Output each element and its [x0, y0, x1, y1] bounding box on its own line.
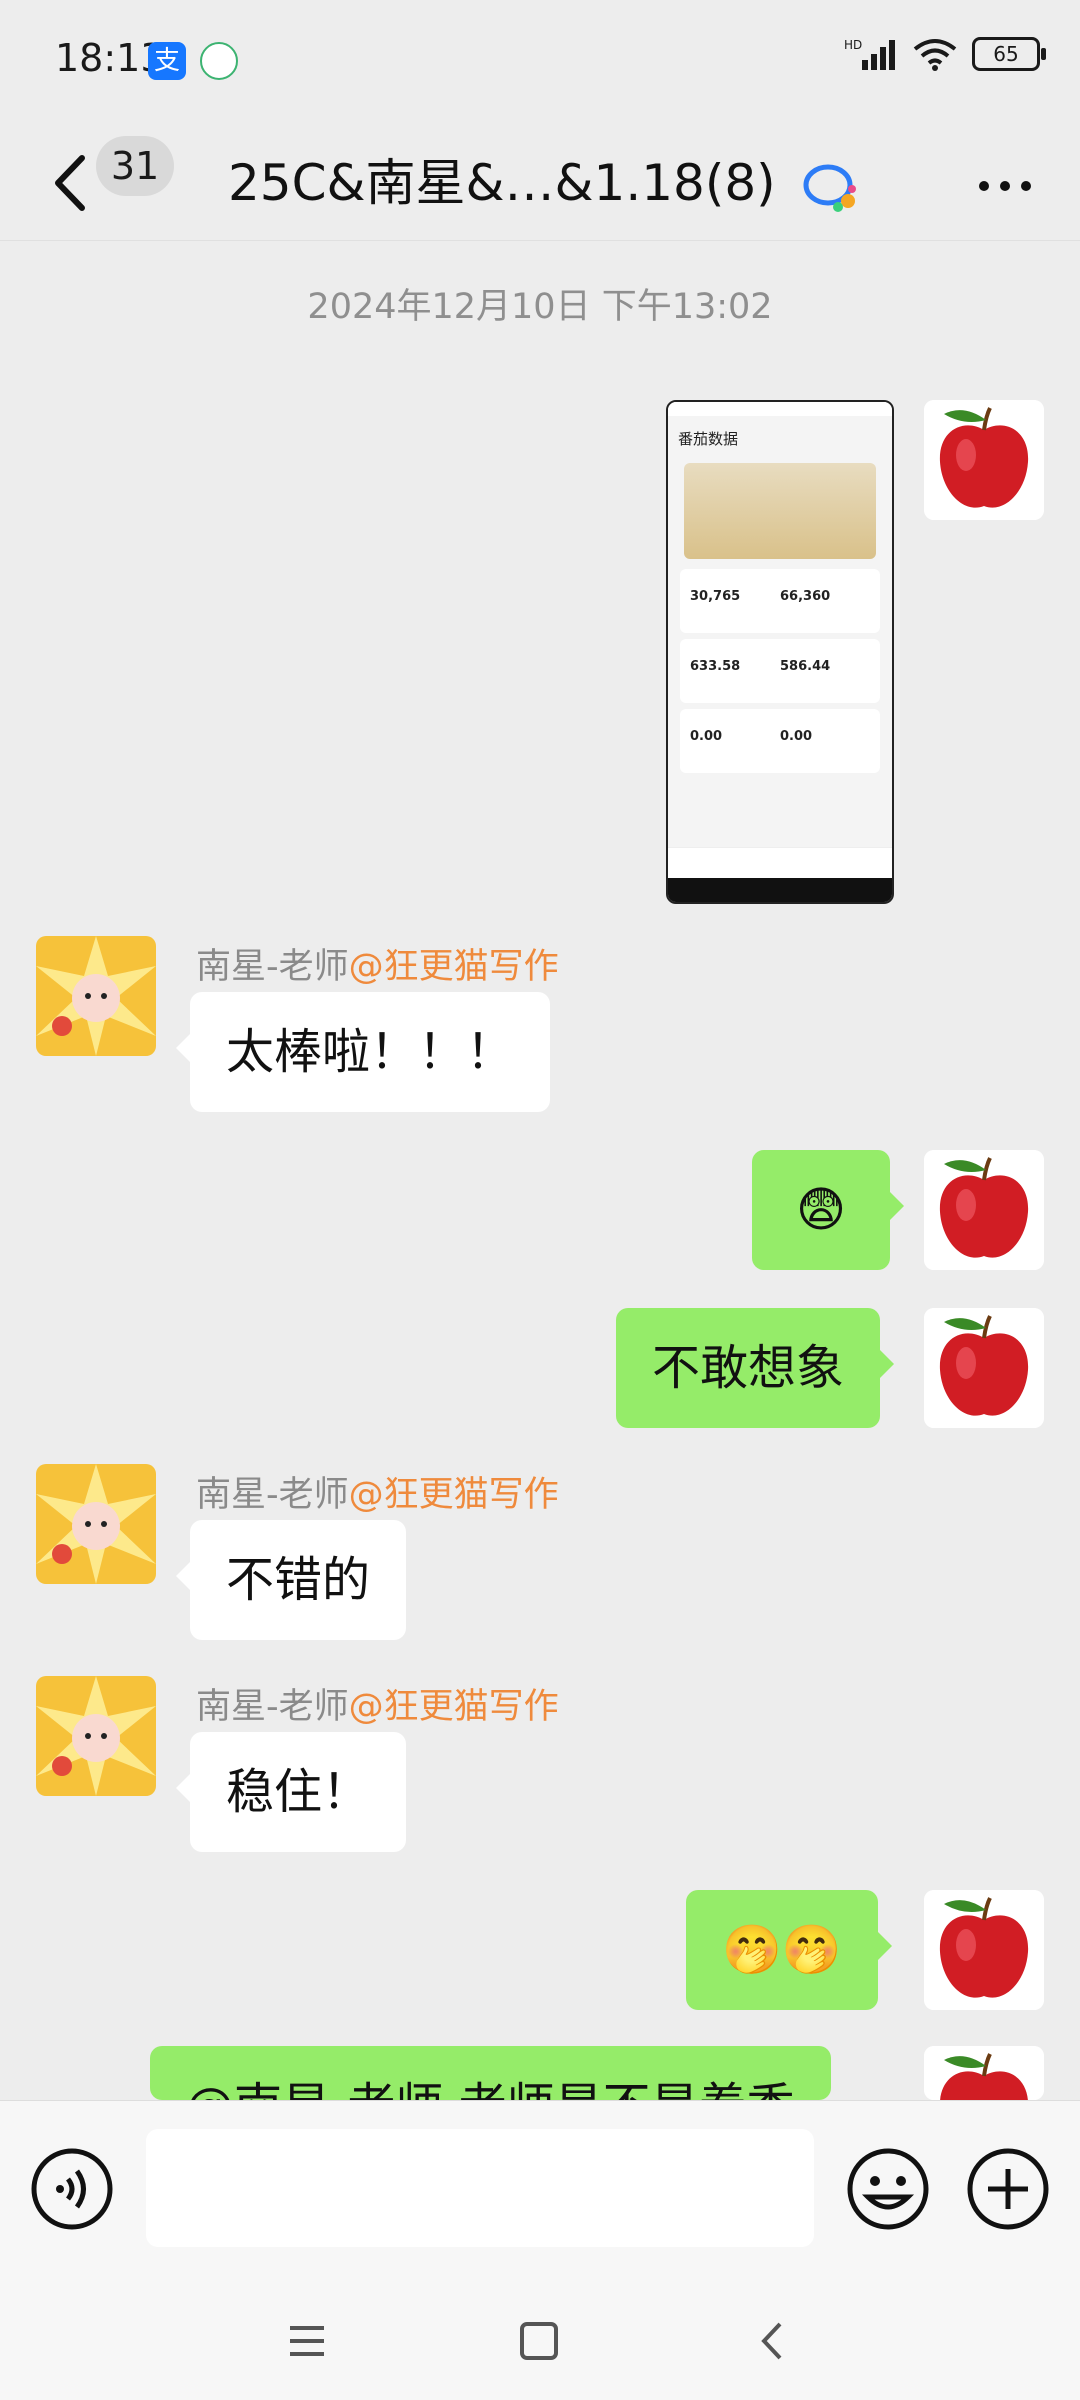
status-bar: 18:13 支 HD 65: [0, 0, 1080, 120]
message-bubble-sent[interactable]: 不敢想象: [616, 1308, 895, 1428]
notification-app-icon: [200, 42, 238, 80]
home-nav-icon[interactable]: [514, 2316, 564, 2366]
menu-nav-icon[interactable]: [282, 2316, 332, 2366]
chat-timestamp: 2024年12月10日 下午13:02: [307, 287, 773, 327]
self-avatar[interactable]: [924, 1150, 1044, 1270]
screenshot-stat-card-2: 633.58 586.44: [680, 639, 880, 703]
cartoon-avatar-icon: [36, 1676, 156, 1796]
screenshot-blurred-banner: [684, 463, 876, 559]
screenshot-status-strip: [668, 402, 892, 416]
stat-value: 633.58: [690, 659, 741, 674]
self-avatar[interactable]: [924, 400, 1044, 520]
more-options-icon[interactable]: [970, 156, 1040, 216]
stat-value: 30,765: [690, 589, 741, 604]
sender-name-line: 南星-老师@狂更猫写作: [196, 1466, 559, 1517]
screenshot-stat-card-3: 0.00 0.00: [680, 709, 880, 773]
cartoon-avatar-icon: [36, 1464, 156, 1584]
message-input-field[interactable]: [146, 2129, 814, 2247]
mention-text[interactable]: @狂更猫写作: [349, 1475, 559, 1515]
group-app-icon: [803, 164, 856, 212]
stat-value: 0.00: [780, 729, 813, 744]
sender-name: 南星-老师: [196, 1687, 349, 1727]
wifi-icon: [913, 39, 957, 71]
worried-face-emoji-icon: 😨: [795, 1182, 847, 1238]
message-bubble-received[interactable]: 稳住！: [175, 1732, 407, 1852]
screenshot-title: 番茄数据: [678, 430, 739, 448]
sender-name-line: 南星-老师@狂更猫写作: [196, 1678, 559, 1729]
back-arrow-icon[interactable]: [42, 138, 102, 228]
mention-text[interactable]: @狂更猫写作: [349, 947, 559, 987]
alipay-icon: 支: [148, 42, 186, 80]
screenshot-message-image[interactable]: 番茄数据 30,765 66,360 633.58 586.44 0.00 0.…: [666, 400, 894, 904]
system-nav-bar: [0, 2280, 1080, 2400]
apple-avatar-icon: [924, 1150, 1044, 1270]
hd-label: HD: [844, 38, 862, 52]
stat-value: 66,360: [780, 589, 831, 604]
sender-avatar[interactable]: [36, 936, 156, 1056]
sender-name: 南星-老师: [196, 1475, 349, 1515]
apple-avatar-icon: [924, 2046, 1044, 2100]
shushing-face-emoji-icon: 🤭🤭: [722, 1922, 842, 1978]
stat-value: 586.44: [780, 659, 831, 674]
self-avatar[interactable]: [924, 1308, 1044, 1428]
add-more-icon[interactable]: [958, 2139, 1058, 2239]
message-input-area: [0, 2100, 1080, 2281]
sender-avatar[interactable]: [36, 1464, 156, 1584]
back-nav-icon[interactable]: [748, 2316, 798, 2366]
emoji-button-icon[interactable]: [838, 2139, 938, 2239]
apple-avatar-icon: [924, 1890, 1044, 2010]
message-bubble-sent-emoji[interactable]: 🤭🤭: [686, 1890, 892, 2010]
sender-name-line: 南星-老师@狂更猫写作: [196, 938, 559, 989]
message-bubble-sent-emoji[interactable]: 😨: [752, 1150, 904, 1270]
battery-indicator: 65: [972, 37, 1046, 71]
self-avatar[interactable]: [924, 2046, 1044, 2100]
unread-count-badge[interactable]: 31: [96, 136, 174, 196]
apple-avatar-icon: [924, 1308, 1044, 1428]
message-bubble-received[interactable]: 太棒啦！！！: [175, 992, 551, 1112]
stat-value: 0.00: [690, 729, 723, 744]
chat-title: 25C&南星&…&1.18(8): [228, 138, 862, 228]
cellular-signal-icon: HD: [844, 38, 895, 70]
sender-avatar[interactable]: [36, 1676, 156, 1796]
apple-avatar-icon: [924, 400, 1044, 520]
chat-title-text: 25C&南星&…&1.18(8): [228, 154, 776, 212]
cartoon-avatar-icon: [36, 936, 156, 1056]
voice-input-icon[interactable]: [22, 2139, 122, 2239]
screenshot-nav-bar: [668, 878, 892, 902]
screenshot-tab-bar: [668, 847, 892, 878]
message-bubble-received[interactable]: 不错的: [175, 1520, 407, 1640]
message-bubble-sent[interactable]: @南星-老师 老师是不是着香: [150, 2046, 831, 2100]
sender-name: 南星-老师: [196, 947, 349, 987]
self-avatar[interactable]: [924, 1890, 1044, 2010]
status-right-group: HD 65: [844, 36, 1046, 72]
mention-text[interactable]: @狂更猫写作: [349, 1687, 559, 1727]
screenshot-stat-card-1: 30,765 66,360: [680, 569, 880, 633]
